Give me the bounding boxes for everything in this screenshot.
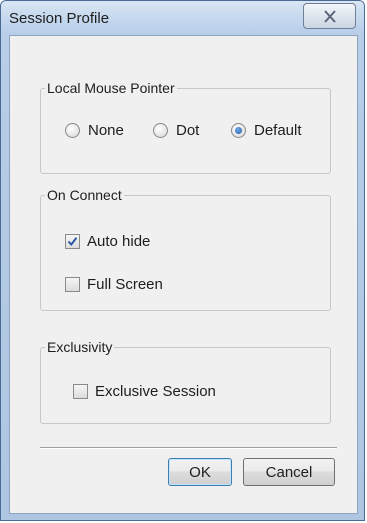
radio-dot[interactable]: Dot: [153, 122, 199, 139]
radio-none-circle[interactable]: [65, 123, 80, 138]
auto-hide-box[interactable]: [65, 234, 80, 249]
exclusive-session-box[interactable]: [73, 384, 88, 399]
auto-hide-checkbox[interactable]: Auto hide: [65, 233, 150, 250]
session-profile-dialog: Session Profile Local Mouse Pointer None…: [0, 0, 365, 521]
local-mouse-pointer-label: Local Mouse Pointer: [47, 80, 175, 96]
ok-button[interactable]: OK: [168, 458, 232, 486]
exclusivity-group: Exclusivity: [40, 339, 331, 424]
radio-dot-label: Dot: [176, 122, 200, 139]
auto-hide-label: Auto hide: [87, 233, 151, 250]
exclusivity-label: Exclusivity: [47, 339, 113, 355]
exclusive-session-label: Exclusive Session: [95, 383, 216, 400]
dialog-body: Local Mouse Pointer None Dot Default On …: [9, 35, 358, 514]
radio-default-label: Default: [254, 122, 302, 139]
full-screen-checkbox[interactable]: Full Screen: [65, 276, 163, 293]
full-screen-box[interactable]: [65, 277, 80, 292]
radio-default-circle[interactable]: [231, 123, 246, 138]
exclusive-session-checkbox[interactable]: Exclusive Session: [73, 383, 216, 400]
full-screen-label: Full Screen: [87, 276, 163, 293]
close-button[interactable]: [303, 3, 356, 29]
title-bar[interactable]: Session Profile: [1, 1, 364, 35]
radio-dot-circle[interactable]: [153, 123, 168, 138]
on-connect-label: On Connect: [47, 187, 122, 203]
window-title: Session Profile: [9, 10, 110, 27]
separator: [40, 447, 337, 449]
radio-default[interactable]: Default: [231, 122, 302, 139]
checkmark-icon: [67, 237, 78, 247]
close-icon: [324, 10, 336, 23]
cancel-button[interactable]: Cancel: [243, 458, 335, 486]
radio-none[interactable]: None: [65, 122, 124, 139]
radio-none-label: None: [88, 122, 124, 139]
